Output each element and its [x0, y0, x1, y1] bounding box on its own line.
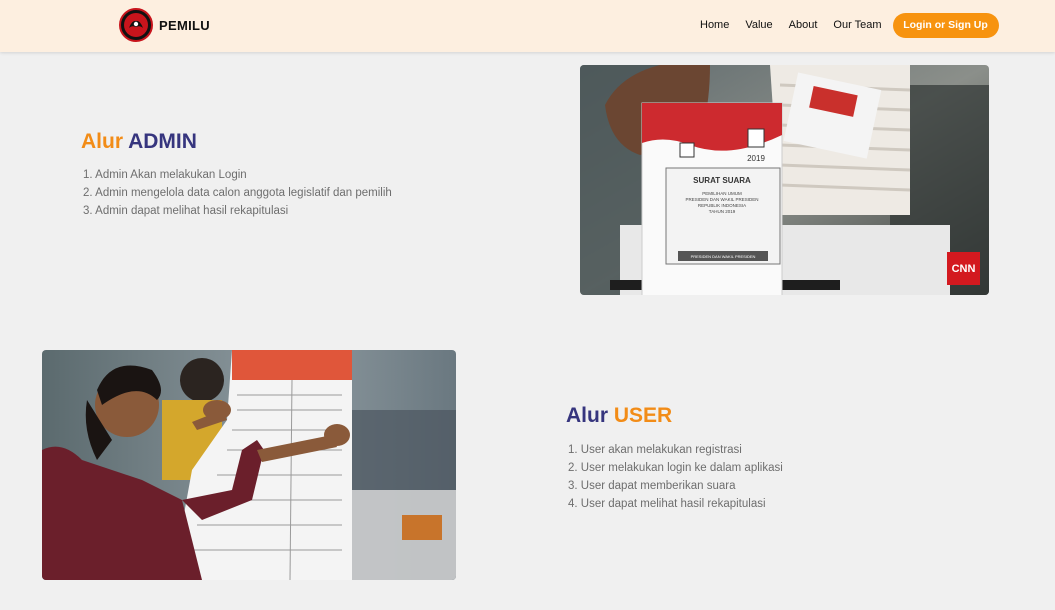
nav-home[interactable]: Home	[700, 19, 729, 31]
navbar: PEMILU Home Value About Our Team Login o…	[0, 0, 1055, 52]
login-signup-button[interactable]: Login or Sign Up	[892, 12, 999, 38]
ballot-footer: PRESIDEN DAN WAKIL PRESIDEN	[691, 254, 756, 259]
admin-title-prefix: Alur	[81, 130, 123, 153]
user-steps-list: 1. User akan melakukan registrasi 2. Use…	[568, 441, 783, 513]
cnn-watermark: CNN	[952, 263, 976, 275]
user-title-prefix: Alur	[566, 404, 608, 427]
nav-about[interactable]: About	[789, 19, 818, 31]
ballot-year: 2019	[747, 154, 765, 163]
ballot-sub4: TAHUN 2019	[709, 209, 736, 214]
list-item: 1. User akan melakukan registrasi	[568, 444, 742, 456]
list-item: 4. User dapat melihat hasil rekapitulasi	[568, 498, 766, 510]
nav-our-team[interactable]: Our Team	[833, 19, 881, 31]
nav-value[interactable]: Value	[745, 19, 772, 31]
list-item: 2. Admin mengelola data calon anggota le…	[83, 187, 392, 199]
brand-name: PEMILU	[159, 17, 210, 33]
admin-steps-list: 1. Admin Akan melakukan Login 2. Admin m…	[83, 166, 392, 220]
nav-menu: Home Value About Our Team Login or Sign …	[700, 12, 999, 38]
logo-icon	[119, 8, 153, 42]
list-item: 3. User dapat memberikan suara	[568, 480, 736, 492]
list-item: 1. Admin Akan melakukan Login	[83, 169, 247, 181]
brand[interactable]: PEMILU	[119, 8, 210, 42]
list-item: 2. User melakukan login ke dalam aplikas…	[568, 462, 783, 474]
ballot-sub1: PEMILIHAN UMUM	[702, 191, 742, 196]
ballot-title: SURAT SUARA	[693, 176, 751, 185]
admin-ballot-photo: 2019 SURAT SUARA PEMILIHAN UMUM PRESIDEN…	[580, 65, 989, 295]
ballot-sub2: PRESIDEN DAN WAKIL PRESIDEN	[686, 197, 759, 202]
user-title-main: USER	[613, 404, 673, 427]
admin-title-main: ADMIN	[128, 130, 197, 153]
list-item: 3. Admin dapat melihat hasil rekapitulas…	[83, 205, 289, 217]
admin-section-title: Alur ADMIN	[81, 130, 197, 154]
user-ballot-photo	[42, 350, 456, 580]
user-section-title: Alur USER	[566, 404, 672, 428]
ballot-sub3: REPUBLIK INDONESIA	[698, 203, 746, 208]
